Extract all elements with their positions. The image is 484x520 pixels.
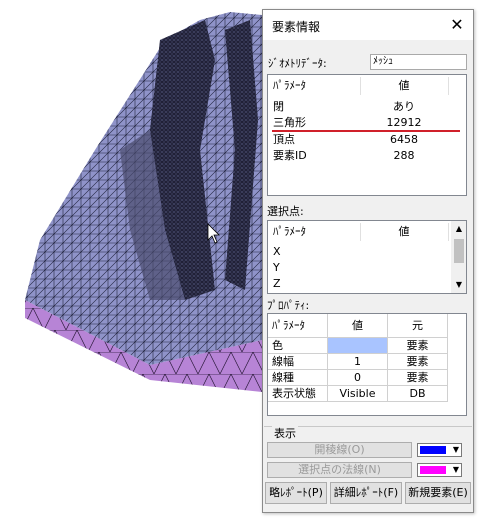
list-item[interactable]: 要素ID 288 bbox=[268, 148, 466, 163]
display-group-label: 表示 bbox=[272, 425, 298, 441]
origin-cell: DB bbox=[388, 386, 448, 402]
3d-viewport[interactable] bbox=[0, 0, 262, 520]
outline-color bbox=[420, 446, 446, 454]
list-item[interactable]: 頂点 6458 bbox=[268, 132, 466, 147]
outline-color-picker[interactable]: ▼ bbox=[417, 443, 462, 457]
list-item[interactable]: 閉 あり bbox=[268, 99, 466, 114]
origin-cell: 要素 bbox=[388, 338, 448, 354]
value-cell[interactable]: 0 bbox=[328, 370, 388, 386]
param-cell: 要素ID bbox=[273, 149, 307, 162]
value-cell[interactable]: 1 bbox=[328, 354, 388, 370]
col-value-header[interactable]: 値 bbox=[360, 221, 448, 243]
dropdown-arrow-icon: ▼ bbox=[452, 465, 459, 474]
value-cell: 288 bbox=[393, 149, 415, 162]
value-cell: あり bbox=[393, 100, 415, 113]
origin-cell: 要素 bbox=[388, 370, 448, 386]
property-label: ﾌﾟﾛﾊﾟﾃｨ: bbox=[267, 299, 310, 312]
param-cell: 色 bbox=[268, 338, 328, 354]
param-cell: 頂点 bbox=[273, 133, 295, 146]
detail-report-button[interactable]: 詳細ﾚﾎﾟｰﾄ(F) bbox=[330, 482, 402, 504]
value-cell: 6458 bbox=[390, 133, 418, 146]
geometry-data-label: ｼﾞｵﾒﾄﾘﾃﾞｰﾀ: bbox=[268, 57, 327, 70]
color-swatch-cell[interactable] bbox=[328, 338, 388, 354]
outline-button[interactable]: 開稜線(O) bbox=[267, 442, 412, 458]
param-cell: 線種 bbox=[268, 370, 328, 386]
col-value-header[interactable]: 値 bbox=[360, 75, 448, 97]
normal-color bbox=[420, 466, 446, 474]
value-cell[interactable]: Visible bbox=[328, 386, 388, 402]
geometry-data-field[interactable]: ﾒｯｼｭ bbox=[370, 54, 467, 70]
display-group: 表示 開稜線(O) ▼ 選択点の法線(N) ▼ bbox=[264, 425, 472, 478]
value-cell: 12912 bbox=[386, 116, 422, 129]
selected-point-label: 選択点: bbox=[267, 205, 304, 218]
dropdown-arrow-icon: ▼ bbox=[452, 445, 459, 454]
info-list-header: ﾊﾟﾗﾒｰﾀ 値 bbox=[268, 75, 466, 97]
selected-point-list[interactable]: ﾊﾟﾗﾒｰﾀ 値 X Y Z ▲ ▼ bbox=[267, 220, 467, 294]
normal-button[interactable]: 選択点の法線(N) bbox=[267, 462, 412, 478]
scroll-thumb[interactable] bbox=[454, 239, 464, 263]
new-element-button[interactable]: 新規要素(E) bbox=[405, 482, 471, 504]
title-bar[interactable]: 要素情報 ✕ bbox=[263, 10, 473, 40]
col-param-header[interactable]: ﾊﾟﾗﾒｰﾀ bbox=[273, 221, 306, 243]
param-cell: X bbox=[273, 245, 281, 258]
param-cell: 表示状態 bbox=[268, 386, 328, 402]
param-cell: 三角形 bbox=[273, 116, 306, 129]
mesh-render bbox=[25, 12, 262, 392]
list-item[interactable]: Z bbox=[268, 276, 466, 291]
param-cell: 線幅 bbox=[268, 354, 328, 370]
col-origin-header[interactable]: 元 bbox=[388, 314, 448, 338]
col-param-header[interactable]: ﾊﾟﾗﾒｰﾀ bbox=[268, 314, 328, 338]
vertical-scrollbar[interactable]: ▲ ▼ bbox=[451, 221, 466, 293]
dialog-title: 要素情報 bbox=[272, 20, 321, 34]
param-cell: Y bbox=[273, 261, 280, 274]
selected-point-header: ﾊﾟﾗﾒｰﾀ 値 bbox=[268, 221, 451, 243]
info-list[interactable]: ﾊﾟﾗﾒｰﾀ 値 閉 あり 三角形 12912 頂点 6458 要素ID 288 bbox=[267, 74, 467, 196]
param-cell: Z bbox=[273, 277, 281, 290]
normal-color-picker[interactable]: ▼ bbox=[417, 463, 462, 477]
scroll-up-icon[interactable]: ▲ bbox=[451, 221, 466, 237]
col-value-header[interactable]: 値 bbox=[328, 314, 388, 338]
property-grid[interactable]: ﾊﾟﾗﾒｰﾀ 値 元 色 要素 線幅 1 要素 線種 0 要素 表示状態 Vis… bbox=[267, 313, 467, 416]
col-param-header[interactable]: ﾊﾟﾗﾒｰﾀ bbox=[273, 75, 306, 97]
element-info-dialog: 要素情報 ✕ ｼﾞｵﾒﾄﾘﾃﾞｰﾀ: ﾒｯｼｭ ﾊﾟﾗﾒｰﾀ 値 閉 あり 三角… bbox=[262, 9, 474, 513]
list-item[interactable]: X bbox=[268, 244, 466, 259]
list-item[interactable]: 三角形 12912 bbox=[268, 115, 466, 130]
close-icon[interactable]: ✕ bbox=[445, 13, 469, 37]
param-cell: 閉 bbox=[273, 100, 284, 113]
origin-cell: 要素 bbox=[388, 354, 448, 370]
list-item[interactable]: Y bbox=[268, 260, 466, 275]
short-report-button[interactable]: 略ﾚﾎﾟｰﾄ(P) bbox=[265, 482, 327, 504]
scroll-down-icon[interactable]: ▼ bbox=[451, 277, 466, 293]
